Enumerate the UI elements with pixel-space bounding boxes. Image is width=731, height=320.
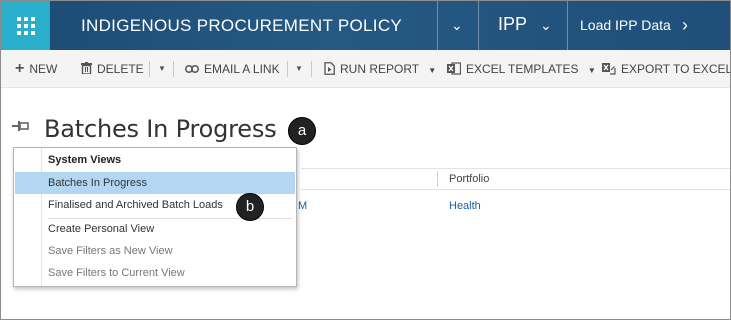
column-divider: [437, 171, 438, 187]
command-bar: + NEW DELETE ▼ EMAIL A LINK ▼ RUN REPORT …: [1, 50, 731, 88]
link-icon: [185, 50, 199, 88]
area-menu-ipp[interactable]: IPP: [498, 1, 527, 50]
export-excel-icon: [602, 50, 616, 88]
run-report-button[interactable]: RUN REPORT ▼: [324, 50, 436, 88]
system-views-heading: System Views: [48, 154, 122, 166]
nav-divider: [437, 1, 438, 50]
chevron-down-icon[interactable]: ⌄: [269, 123, 278, 136]
command-divider: [149, 61, 150, 77]
report-icon: [324, 50, 335, 88]
email-link-button[interactable]: EMAIL A LINK: [185, 50, 280, 88]
app-title[interactable]: INDIGENOUS PROCUREMENT POLICY: [81, 1, 402, 50]
app-launcher-button[interactable]: [1, 1, 50, 50]
column-header-portfolio[interactable]: Portfolio: [449, 173, 489, 185]
excel-icon: [447, 50, 462, 88]
save-filters-new-view-item[interactable]: Save Filters as New View: [15, 240, 295, 262]
waffle-grid-icon: [16, 16, 35, 35]
create-personal-view-item[interactable]: Create Personal View: [15, 218, 295, 240]
chevron-down-icon[interactable]: ⌄: [540, 1, 552, 50]
trash-icon: [81, 50, 92, 88]
command-divider: [287, 61, 288, 77]
nav-divider: [567, 1, 568, 50]
callout-badge-b: b: [236, 193, 264, 221]
caret-down-icon: ▼: [428, 66, 437, 75]
caret-down-icon[interactable]: ▼: [295, 50, 303, 88]
grid-cell-link[interactable]: M: [298, 200, 307, 212]
new-button[interactable]: + NEW: [15, 50, 57, 88]
app-window: INDIGENOUS PROCUREMENT POLICY ⌄ IPP ⌄ Lo…: [0, 0, 731, 320]
chevron-right-icon[interactable]: ›: [682, 1, 688, 50]
command-divider: [311, 61, 312, 77]
caret-down-icon: ▼: [587, 66, 596, 75]
pin-icon[interactable]: [12, 119, 30, 135]
delete-label: DELETE: [97, 62, 144, 76]
entity-menu-load-ipp-data[interactable]: Load IPP Data: [580, 1, 671, 50]
nav-divider: [478, 1, 479, 50]
new-label: NEW: [29, 62, 58, 76]
callout-badge-a: a: [288, 117, 316, 145]
export-to-excel-button[interactable]: EXPORT TO EXCEL: [602, 50, 731, 88]
run-report-label: RUN REPORT: [340, 62, 419, 76]
plus-icon: +: [15, 60, 25, 77]
excel-templates-button[interactable]: EXCEL TEMPLATES ▼: [447, 50, 596, 88]
view-selector-title[interactable]: Batches In Progress: [44, 115, 277, 143]
excel-templates-label: EXCEL TEMPLATES: [466, 62, 579, 76]
view-option-batches-in-progress[interactable]: Batches In Progress: [15, 172, 295, 194]
grid-cell-portfolio[interactable]: Health: [449, 200, 481, 212]
save-filters-current-view-item[interactable]: Save Filters to Current View: [15, 262, 295, 284]
top-navigation-bar: INDIGENOUS PROCUREMENT POLICY ⌄ IPP ⌄ Lo…: [1, 1, 730, 50]
export-to-excel-label: EXPORT TO EXCEL: [621, 62, 731, 76]
chevron-down-icon[interactable]: ⌄: [451, 1, 463, 50]
grid-header-row: [301, 168, 730, 190]
email-link-label: EMAIL A LINK: [204, 62, 280, 76]
command-divider: [173, 61, 174, 77]
delete-button[interactable]: DELETE: [81, 50, 144, 88]
caret-down-icon[interactable]: ▼: [158, 50, 166, 88]
